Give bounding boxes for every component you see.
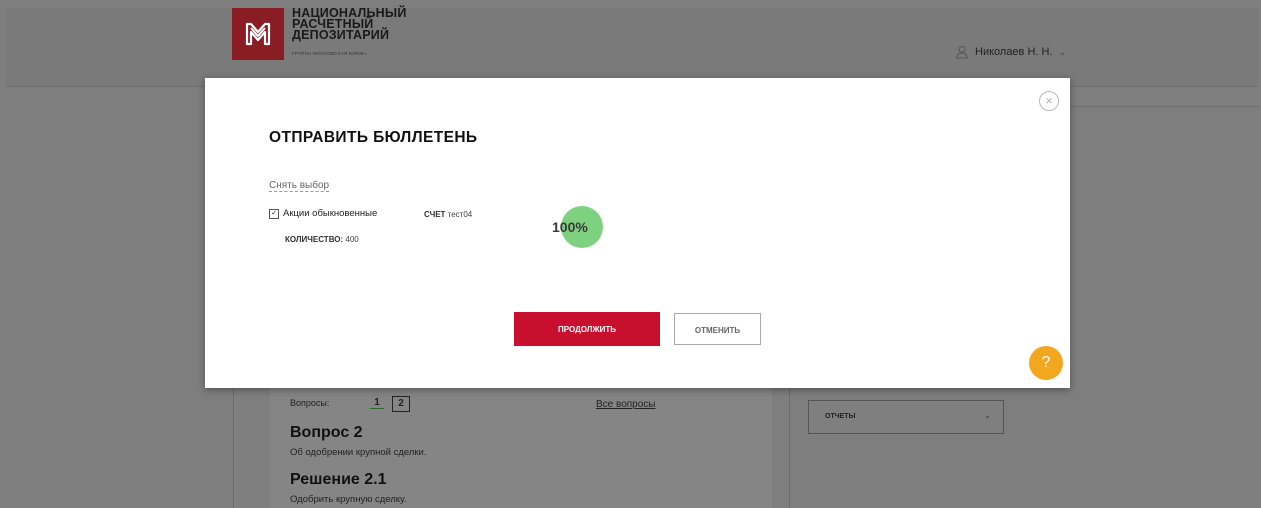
close-icon[interactable]: × [1039, 91, 1059, 111]
logo-subtitle: ГРУППА МОСКОВСКАЯ БИРЖА [292, 51, 367, 56]
reports-label: ОТЧЕТЫ [825, 413, 856, 420]
logo-text: НАЦИОНАЛЬНЫЙ РАСЧЕТНЫЙ ДЕПОЗИТАРИЙ [292, 7, 407, 42]
account-value: тест04 [447, 210, 473, 219]
moex-logo-icon [245, 22, 271, 46]
security-item: ✓ Акции обыкновенные [269, 208, 377, 219]
chevron-down-icon: ⌄ [984, 411, 991, 420]
logo-mark[interactable] [232, 8, 284, 60]
question-title: Вопрос 2 [290, 424, 363, 441]
chevron-down-icon: ⌄ [1058, 46, 1067, 57]
security-checkbox[interactable]: ✓ [269, 208, 279, 219]
account-label: СЧЕТ [424, 210, 446, 219]
decision-description: Одобрить крупную сделку. [290, 494, 407, 505]
progress-text: 100% [552, 219, 588, 235]
quantity-info: КОЛИЧЕСТВО: 400 [285, 235, 359, 244]
user-icon [955, 46, 969, 59]
account-info: СЧЕТ тест04 [424, 210, 472, 219]
reports-dropdown[interactable]: ОТЧЕТЫ ⌄ [808, 400, 1004, 434]
continue-button[interactable]: ПРОДОЛЖИТЬ [514, 312, 660, 346]
user-name: Николаев Н. Н. [975, 46, 1053, 58]
logo-line-3: ДЕПОЗИТАРИЙ [292, 28, 390, 42]
header-bar [6, 8, 1258, 87]
question-description: Об одобрении крупной сделки. [290, 447, 427, 458]
question-page-2[interactable]: 2 [392, 396, 410, 412]
modal-title: ОТПРАВИТЬ БЮЛЛЕТЕНЬ [269, 129, 478, 146]
quantity-label: КОЛИЧЕСТВО: [285, 235, 344, 244]
all-questions-link[interactable]: Все вопросы [596, 399, 656, 410]
questions-label: Вопросы: [290, 398, 330, 408]
quantity-value: 400 [345, 235, 359, 244]
deselect-link[interactable]: Снять выбор [269, 180, 330, 192]
help-button[interactable]: ? [1029, 346, 1063, 380]
decision-title: Решение 2.1 [290, 471, 387, 488]
question-page-1[interactable]: 1 [370, 397, 384, 409]
user-menu[interactable]: Николаев Н. Н. ⌄ [955, 45, 1066, 59]
security-label: Акции обыкновенные [283, 208, 378, 219]
cancel-button[interactable]: ОТМЕНИТЬ [674, 313, 761, 345]
